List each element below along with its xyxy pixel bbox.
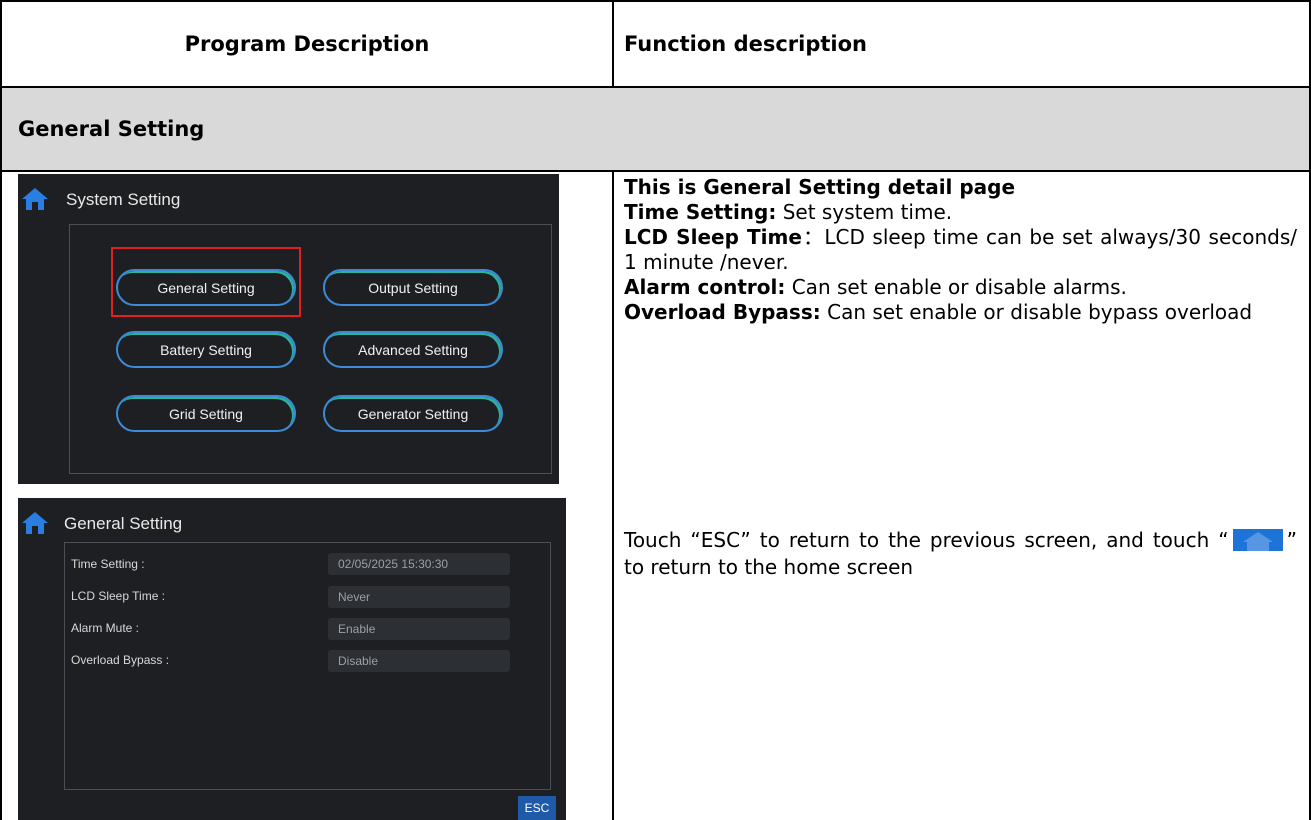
overload-bypass-text: Can set enable or disable bypass overloa… [820, 300, 1253, 324]
general-setting-description: This is General Setting detail page Time… [624, 175, 1297, 325]
description-heading: This is General Setting detail page [624, 175, 1016, 199]
col-header-program: Program Description [184, 32, 430, 56]
navigation-description: Touch “ESC” to return to the previous sc… [624, 527, 1297, 581]
overload-bypass-label: Overload Bypass : [71, 653, 170, 667]
grid-setting-button[interactable]: Grid Setting [116, 395, 296, 432]
advanced-setting-button[interactable]: Advanced Setting [323, 331, 503, 368]
alarm-control-text: Can set enable or disable alarms. [785, 275, 1127, 299]
section-title: General Setting [18, 117, 205, 141]
alarm-control-term: Alarm control: [624, 275, 786, 299]
col-header-function: Function description [624, 32, 867, 56]
overload-bypass-field[interactable]: Disable [328, 650, 510, 672]
home-icon [1232, 529, 1283, 551]
time-setting-text: Set system time. [776, 200, 953, 224]
time-setting-label: Time Setting : [71, 557, 145, 571]
time-setting-field[interactable]: 02/05/2025 15:30:30 [328, 553, 510, 575]
table-rule-section [0, 170, 1311, 172]
time-setting-term: Time Setting: [624, 200, 777, 224]
generator-setting-button[interactable]: Generator Setting [323, 395, 503, 432]
output-setting-button[interactable]: Output Setting [323, 269, 503, 306]
document-table: Program Description Function description… [0, 0, 1311, 820]
table-col-divider-body [612, 171, 614, 820]
esc-button[interactable]: ESC [518, 796, 556, 820]
overload-bypass-term: Overload Bypass: [624, 300, 821, 324]
battery-setting-button[interactable]: Battery Setting [116, 331, 296, 368]
navigation-text-before: Touch “ESC” to return to the previous sc… [624, 528, 1229, 552]
home-icon[interactable] [22, 188, 48, 210]
system-setting-screen: System Setting General Setting Output Se… [18, 174, 559, 484]
table-col-divider-header [612, 0, 614, 87]
alarm-mute-label: Alarm Mute : [71, 621, 140, 635]
lcd-sleep-time-field[interactable]: Never [328, 586, 510, 608]
screen-title: System Setting [66, 190, 181, 209]
lcd-sleep-term: LCD Sleep Time [624, 225, 802, 249]
screen-title: General Setting [64, 514, 183, 533]
general-setting-screen: General Setting Time Setting : 02/05/202… [18, 498, 566, 820]
general-setting-button[interactable]: General Setting [116, 269, 296, 306]
home-icon[interactable] [22, 512, 48, 534]
alarm-mute-field[interactable]: Enable [328, 618, 510, 640]
lcd-sleep-time-label: LCD Sleep Time : [71, 589, 166, 603]
